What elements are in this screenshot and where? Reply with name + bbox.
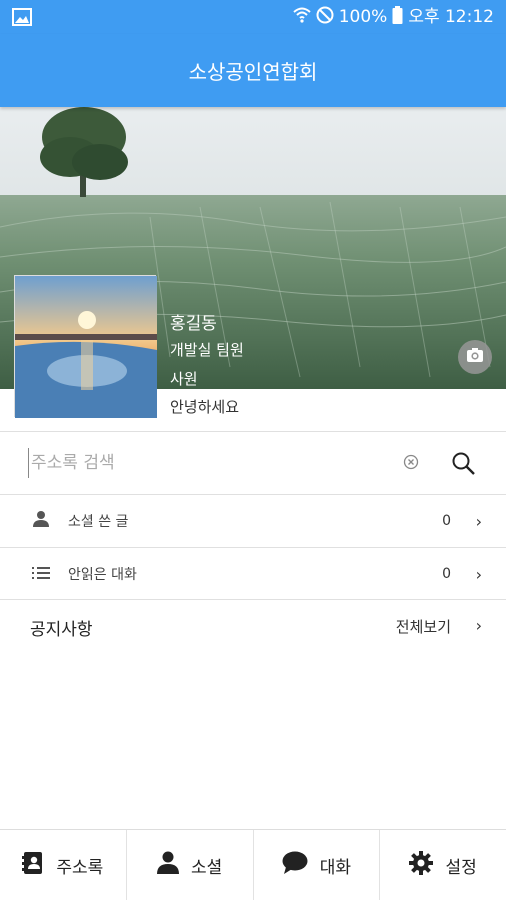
person-icon <box>32 510 50 532</box>
clear-search-icon[interactable] <box>403 454 419 474</box>
my-posts-label: 소셜 쓴 글 <box>68 514 129 530</box>
profile-department: 개발실 팀원 <box>170 341 244 359</box>
unread-chats-count: 0 <box>442 566 451 582</box>
chevron-right-icon: › <box>475 564 482 584</box>
profile-greeting: 안녕하세요 <box>170 398 240 416</box>
view-all-notices-link[interactable]: 전체보기 <box>396 616 451 637</box>
tab-social-label: 소셜 <box>190 857 223 878</box>
app-bar: 소상공인연합회 <box>0 34 506 107</box>
my-posts-row[interactable]: 소셜 쓴 글 0 › <box>0 495 506 547</box>
do-not-disturb-icon <box>316 6 334 29</box>
notice-section: 공지사항 전체보기 › <box>0 600 506 652</box>
status-bar: 100% 오후 12:12 <box>0 0 506 34</box>
list-icon <box>32 565 50 584</box>
battery-icon <box>392 5 403 29</box>
unread-chats-row[interactable]: 안읽은 대화 0 › <box>0 548 506 600</box>
bottom-tab-bar: 주소록 소셜 대화 설정 <box>0 829 506 900</box>
battery-percent: 100% <box>338 7 388 27</box>
profile-rank: 사원 <box>170 370 198 388</box>
search-bar <box>0 432 506 494</box>
tab-chat[interactable]: 대화 <box>254 830 381 900</box>
my-posts-count: 0 <box>442 513 451 529</box>
tab-settings[interactable]: 설정 <box>380 830 506 900</box>
image-icon <box>12 8 32 31</box>
unread-chats-label: 안읽은 대화 <box>68 567 137 583</box>
tab-settings-label: 설정 <box>445 857 477 878</box>
chevron-right-icon: › <box>475 511 482 531</box>
profile-photo[interactable] <box>14 275 157 418</box>
camera-icon <box>466 347 484 367</box>
gear-icon <box>409 850 434 880</box>
person-icon <box>156 851 179 880</box>
clock: 오후 12:12 <box>408 7 494 27</box>
chat-icon <box>282 851 308 880</box>
tab-contacts-label: 주소록 <box>56 857 104 878</box>
wifi-icon <box>293 6 311 29</box>
chevron-right-icon[interactable]: › <box>476 616 482 635</box>
tab-chat-label: 대화 <box>319 857 352 878</box>
tab-social[interactable]: 소셜 <box>127 830 254 900</box>
tab-contacts[interactable]: 주소록 <box>0 830 127 900</box>
change-cover-button[interactable] <box>458 340 492 374</box>
profile-name: 홍길동 <box>170 314 217 334</box>
contacts-icon <box>22 851 44 880</box>
notice-title: 공지사항 <box>30 620 93 640</box>
app-title: 소상공인연합회 <box>188 60 318 84</box>
search-input[interactable] <box>28 448 388 478</box>
search-icon[interactable] <box>451 451 477 481</box>
